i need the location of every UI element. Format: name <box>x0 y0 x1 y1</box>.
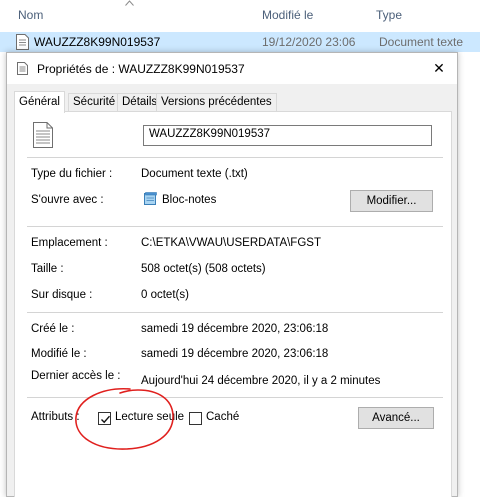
modify-button[interactable]: Modifier... <box>350 190 433 212</box>
separator <box>27 312 443 313</box>
properties-dialog: Propriétés de : WAUZZZ8K99N019537 ✕ Géné… <box>6 52 458 497</box>
dialog-title: Propriétés de : WAUZZZ8K99N019537 <box>37 62 245 76</box>
created-value: samedi 19 décembre 2020, 23:06:18 <box>141 323 329 335</box>
size-on-disk-label: Sur disque : <box>31 289 93 301</box>
last-accessed-value: Aujourd'hui 24 décembre 2020, il y a 2 m… <box>141 375 381 387</box>
file-type-label: Type du fichier : <box>31 168 113 180</box>
tab-previous-versions[interactable]: Versions précédentes <box>156 93 277 111</box>
text-file-icon <box>17 62 28 75</box>
separator <box>27 226 443 227</box>
file-type-value: Document texte (.txt) <box>141 168 248 180</box>
size-on-disk-value: 0 octet(s) <box>141 289 189 301</box>
location-label: Emplacement : <box>31 237 108 249</box>
explorer-file-list: Nom Modifié le Type WAUZZZ8K99N019537 19… <box>0 0 480 60</box>
created-label: Créé le : <box>31 323 75 335</box>
size-label: Taille : <box>31 263 64 275</box>
readonly-label[interactable]: Lecture seule <box>115 411 184 423</box>
separator <box>27 397 443 398</box>
tab-general[interactable]: Général <box>14 91 65 113</box>
column-header-type[interactable]: Type <box>376 8 402 22</box>
sort-ascending-icon <box>125 0 134 6</box>
text-file-icon <box>33 122 53 148</box>
close-button[interactable]: ✕ <box>426 57 452 79</box>
file-name-field[interactable]: WAUZZZ8K99N019537 <box>143 125 432 146</box>
general-panel: WAUZZZ8K99N019537 Type du fichier : Docu… <box>14 111 452 497</box>
advanced-button[interactable]: Avancé... <box>358 407 434 429</box>
file-row[interactable]: WAUZZZ8K99N019537 19/12/2020 23:06 Docum… <box>0 32 480 52</box>
opens-with-label: S'ouvre avec : <box>31 194 104 206</box>
text-file-icon <box>16 34 29 50</box>
checkmark-icon <box>101 415 111 424</box>
size-value: 508 octet(s) (508 octets) <box>141 263 266 275</box>
opens-with-value: Bloc-notes <box>162 194 217 206</box>
attributes-label: Attributs : <box>31 411 80 423</box>
dialog-titlebar[interactable]: Propriétés de : WAUZZZ8K99N019537 ✕ <box>7 53 457 84</box>
file-name: WAUZZZ8K99N019537 <box>34 35 161 49</box>
hidden-label[interactable]: Caché <box>206 411 239 423</box>
last-accessed-label: Dernier accès le : <box>31 370 121 382</box>
modified-value: samedi 19 décembre 2020, 23:06:18 <box>141 348 329 360</box>
column-header-name[interactable]: Nom <box>18 8 43 22</box>
location-value: C:\ETKA\VWAU\USERDATA\FGST <box>141 237 321 249</box>
column-header-modified[interactable]: Modifié le <box>262 8 313 22</box>
tab-security[interactable]: Sécurité <box>68 93 121 111</box>
file-modified-date: 19/12/2020 23:06 <box>262 35 356 49</box>
modified-label: Modifié le : <box>31 348 87 360</box>
hidden-checkbox[interactable] <box>189 412 202 425</box>
notepad-icon <box>144 192 157 205</box>
readonly-checkbox[interactable] <box>98 412 111 425</box>
separator <box>27 157 443 158</box>
file-type: Document texte <box>379 35 464 49</box>
